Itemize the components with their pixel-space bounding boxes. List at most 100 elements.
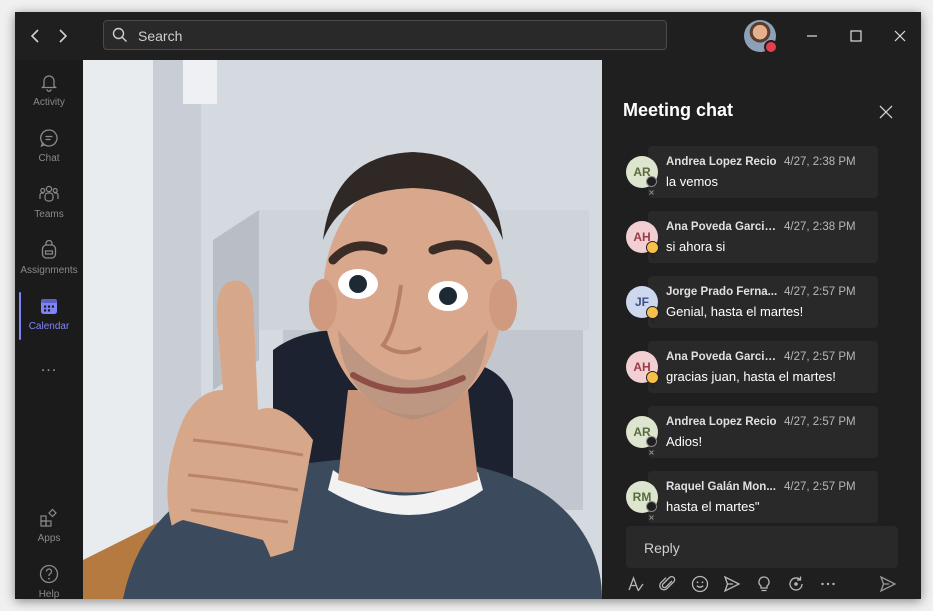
more-apps-button[interactable]: ... xyxy=(15,358,83,378)
message-bubble: Andrea Lopez Recio 4/27, 2:57 PM Adios! xyxy=(648,406,878,458)
avatar[interactable]: AR xyxy=(626,416,658,455)
chat-message[interactable]: Ana Poveda Garcia... 4/27, 2:38 PM si ah… xyxy=(626,211,878,263)
close-icon xyxy=(879,105,893,119)
sender-name: Andrea Lopez Recio xyxy=(666,416,777,428)
chat-message[interactable]: Andrea Lopez Recio 4/27, 2:57 PM Adios! … xyxy=(626,406,878,458)
rail-item-apps[interactable]: Apps xyxy=(15,500,83,556)
rail-item-teams[interactable]: Teams xyxy=(15,176,83,232)
avatar[interactable]: JF xyxy=(626,286,659,324)
presence-away-icon xyxy=(646,241,659,259)
message-bubble: Jorge Prado Ferna... 4/27, 2:57 PM Genia… xyxy=(648,276,878,328)
message-bubble: Raquel Galán Mon... 4/27, 2:57 PM hasta … xyxy=(648,471,878,523)
sender-name: Ana Poveda Garcia... xyxy=(666,351,778,363)
maximize-icon xyxy=(850,30,862,42)
rail-item-calendar[interactable]: Calendar xyxy=(15,288,83,344)
teams-icon xyxy=(39,185,59,202)
chat-message[interactable]: Raquel Galán Mon... 4/27, 2:57 PM hasta … xyxy=(626,471,878,523)
rail-item-chat[interactable]: Chat xyxy=(15,120,83,176)
compose-toolbar xyxy=(626,572,906,596)
avatar[interactable]: AH xyxy=(626,351,659,389)
rail-label: Help xyxy=(38,589,60,599)
back-button[interactable] xyxy=(25,24,45,48)
rail-label: Teams xyxy=(34,209,64,220)
attach-button[interactable] xyxy=(658,574,678,594)
search-box[interactable] xyxy=(103,20,667,51)
message-text: gracias juan, hasta el martes! xyxy=(666,369,836,384)
send-outline-icon xyxy=(723,575,741,593)
more-options-button[interactable] xyxy=(818,574,838,594)
backpack-icon xyxy=(41,240,57,259)
emoji-icon xyxy=(691,575,709,593)
search-icon xyxy=(112,27,127,42)
lightbulb-icon xyxy=(758,576,770,592)
more-icon xyxy=(821,582,835,586)
send-button[interactable] xyxy=(878,574,898,594)
send-icon xyxy=(879,575,897,593)
reply-box[interactable] xyxy=(626,526,898,570)
status-busy-icon xyxy=(764,40,778,54)
message-time: 4/27, 2:57 PM xyxy=(784,416,856,428)
message-bubble: Ana Poveda Garcia... 4/27, 2:38 PM si ah… xyxy=(648,211,878,263)
more-icon: ... xyxy=(40,358,58,375)
sender-name: Ana Poveda Garcia... xyxy=(666,221,778,233)
paperclip-icon xyxy=(659,575,676,591)
video-feed xyxy=(83,60,602,599)
teams-window: Activity Chat Teams xyxy=(15,12,921,599)
rail-label: Chat xyxy=(38,153,60,164)
message-text: si ahora si xyxy=(666,239,726,254)
bell-icon xyxy=(40,75,58,92)
avatar-initials: JF xyxy=(634,295,649,309)
loop-button[interactable] xyxy=(786,574,806,594)
rail-label: Activity xyxy=(33,97,65,108)
forward-button[interactable] xyxy=(53,24,73,48)
chevron-right-icon xyxy=(59,29,68,43)
sender-name: Raquel Galán Mon... xyxy=(666,481,776,493)
sender-name: Andrea Lopez Recio xyxy=(666,156,777,168)
presence-offline-icon xyxy=(646,436,657,455)
rail-item-activity[interactable]: Activity xyxy=(15,64,83,120)
active-indicator xyxy=(19,292,21,340)
chat-icon xyxy=(40,129,58,148)
message-bubble: Ana Poveda Garcia... 4/27, 2:57 PM graci… xyxy=(648,341,878,393)
message-time: 4/27, 2:57 PM xyxy=(784,286,856,298)
close-chat-button[interactable] xyxy=(874,100,898,124)
title-bar xyxy=(15,12,921,60)
presence-away-icon xyxy=(646,371,659,389)
format-button[interactable] xyxy=(626,574,646,594)
message-bubble: Andrea Lopez Recio 4/27, 2:38 PM la vemo… xyxy=(648,146,878,198)
schedule-send-button[interactable] xyxy=(722,574,742,594)
rail-label: Apps xyxy=(37,533,61,544)
maximize-button[interactable] xyxy=(833,20,879,52)
chat-message[interactable]: Jorge Prado Ferna... 4/27, 2:57 PM Genia… xyxy=(626,276,878,328)
message-time: 4/27, 2:38 PM xyxy=(784,156,856,168)
help-icon xyxy=(39,564,59,584)
avatar[interactable]: AR xyxy=(626,156,658,195)
message-text: Genial, hasta el martes! xyxy=(666,304,804,319)
close-icon xyxy=(894,30,906,42)
emoji-button[interactable] xyxy=(690,574,710,594)
close-window-button[interactable] xyxy=(877,20,921,52)
presence-offline-icon xyxy=(646,501,657,520)
format-icon xyxy=(628,576,644,592)
reply-input[interactable] xyxy=(642,526,886,570)
search-input[interactable] xyxy=(136,21,640,51)
avatar[interactable]: RM xyxy=(626,481,658,520)
message-text: la vemos xyxy=(666,174,719,189)
apps-icon xyxy=(40,508,57,527)
minimize-button[interactable] xyxy=(789,20,835,52)
avatar[interactable]: AH xyxy=(626,221,659,259)
praise-button[interactable] xyxy=(754,574,774,594)
profile-avatar[interactable] xyxy=(744,20,778,54)
refresh-icon xyxy=(789,576,803,591)
rail-label: Assignments xyxy=(20,265,78,276)
message-text: hasta el martes" xyxy=(666,499,760,514)
chat-message[interactable]: Ana Poveda Garcia... 4/27, 2:57 PM graci… xyxy=(626,341,878,393)
rail-label: Calendar xyxy=(28,321,70,332)
rail-item-help[interactable]: Help xyxy=(15,556,83,599)
chat-title: Meeting chat xyxy=(623,100,734,120)
rail-item-assignments[interactable]: Assignments xyxy=(15,232,83,288)
presence-offline-icon xyxy=(646,176,657,195)
message-time: 4/27, 2:38 PM xyxy=(784,221,856,233)
chat-message[interactable]: Andrea Lopez Recio 4/27, 2:38 PM la vemo… xyxy=(626,146,878,198)
presence-away-icon xyxy=(646,306,659,324)
